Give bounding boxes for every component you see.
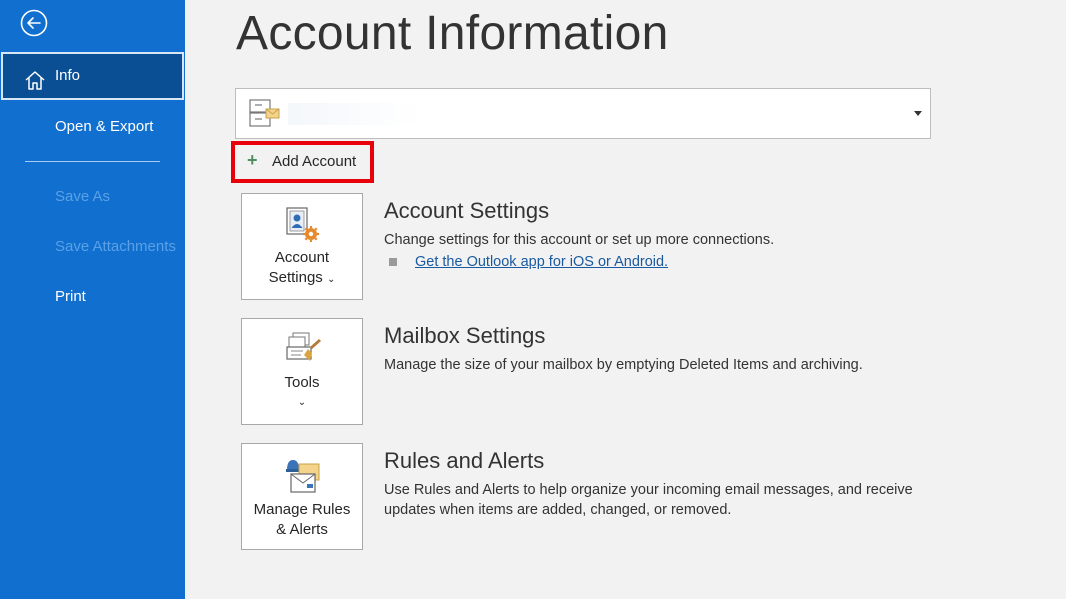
add-account-label: Add Account (272, 153, 357, 170)
account-name-redacted (288, 103, 478, 125)
back-arrow-icon[interactable] (20, 9, 48, 37)
sidebar-item-open-export[interactable]: Open & Export (0, 103, 185, 151)
account-card-icon (247, 97, 281, 136)
sidebar-item-info[interactable]: Info (1, 52, 184, 100)
sidebar-item-label: Print (55, 288, 86, 305)
rules-alerts-title: Rules and Alerts (384, 448, 545, 473)
page-title: Account Information (236, 7, 669, 60)
tile-label-line1: Manage Rules (253, 501, 351, 518)
sidebar-item-label: Save Attachments (55, 238, 176, 255)
account-settings-button[interactable]: Account Settings ⌄ (241, 193, 363, 300)
chevron-down-icon: ⌄ (326, 274, 336, 285)
account-settings-title: Account Settings (384, 198, 550, 223)
sidebar: Info Open & Export Save As Save Attachme… (0, 0, 185, 599)
mailbox-settings-title: Mailbox Settings (384, 323, 546, 348)
account-settings-icon (283, 206, 323, 246)
manage-rules-alerts-button[interactable]: Manage Rules & Alerts (241, 443, 363, 550)
dropdown-caret-icon (914, 111, 922, 116)
tile-label-line2: Settings ⌄ (268, 269, 336, 286)
tile-label-line1: Account (274, 249, 330, 266)
rules-alerts-description-line1: Use Rules and Alerts to help organize yo… (384, 482, 913, 498)
tile-label-line2: & Alerts (276, 521, 328, 538)
sidebar-item-save-attachments: Save Attachments (0, 223, 185, 271)
add-account-button[interactable]: + Add Account (231, 141, 374, 183)
sidebar-item-label: Info (55, 67, 81, 84)
back-button[interactable] (20, 9, 48, 37)
rules-alerts-icon (283, 456, 323, 496)
mailbox-settings-description: Manage the size of your mailbox by empty… (384, 357, 863, 373)
sidebar-item-save-as: Save As (0, 173, 185, 221)
tools-button[interactable]: Tools ⌄ (241, 318, 363, 425)
bullet (389, 258, 397, 266)
rules-alerts-description-line2: updates when items are added, changed, o… (384, 502, 732, 518)
account-settings-description: Change settings for this account or set … (384, 232, 775, 248)
sidebar-item-label: Open & Export (55, 118, 154, 135)
chevron-down-icon: ⌄ (297, 397, 307, 408)
tools-icon (283, 331, 323, 371)
sidebar-item-print[interactable]: Print (0, 273, 185, 321)
outlook-app-link[interactable]: Get the Outlook app for iOS or Android. (415, 254, 668, 270)
tile-label-line1: Tools (284, 374, 320, 391)
plus-icon: + (247, 150, 258, 170)
sidebar-item-label: Save As (55, 188, 111, 205)
sidebar-divider (25, 161, 160, 162)
account-dropdown[interactable] (235, 88, 931, 139)
